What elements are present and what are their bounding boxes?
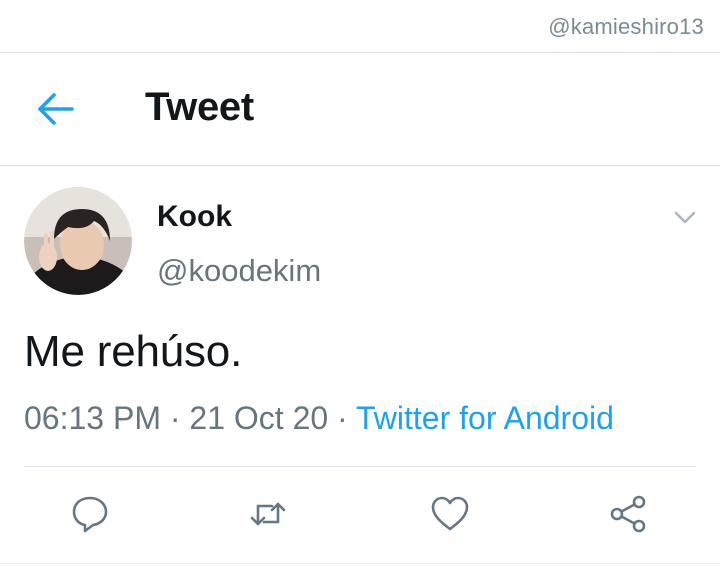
header-divider: [0, 165, 720, 166]
actions-divider: [24, 466, 696, 467]
heart-icon: [431, 496, 469, 531]
profile-photo: [24, 187, 132, 295]
reply-icon: [72, 496, 108, 533]
reply-button[interactable]: [68, 492, 112, 536]
tweet-meta: 06:13 PM · 21 Oct 20 · Twitter for Andro…: [24, 400, 614, 437]
page-title: Tweet: [145, 85, 254, 129]
retweet-icon: [250, 502, 286, 526]
watermark-handle: @kamieshiro13: [548, 14, 704, 39]
header-bar: Tweet: [0, 53, 720, 165]
meta-separator: ·: [160, 400, 190, 436]
avatar[interactable]: [24, 187, 132, 295]
bottom-divider: [0, 563, 720, 564]
share-button[interactable]: [606, 492, 650, 536]
like-button[interactable]: [428, 492, 472, 536]
tweet-options-button[interactable]: [672, 204, 698, 230]
author-name[interactable]: Kook: [157, 200, 232, 234]
tweet-source-link[interactable]: Twitter for Android: [356, 400, 614, 436]
author-handle: @koodekim: [157, 253, 322, 288]
share-icon: [610, 495, 646, 533]
tweet-text: Me rehúso.: [24, 327, 243, 376]
chevron-down-icon: [674, 211, 696, 224]
arrow-left-icon: [38, 93, 74, 125]
tweet-date: 21 Oct 20: [189, 400, 329, 436]
meta-separator: ·: [328, 400, 357, 436]
retweet-button[interactable]: [246, 492, 290, 536]
back-button[interactable]: [36, 91, 76, 127]
tweet-time: 06:13 PM: [24, 400, 161, 436]
